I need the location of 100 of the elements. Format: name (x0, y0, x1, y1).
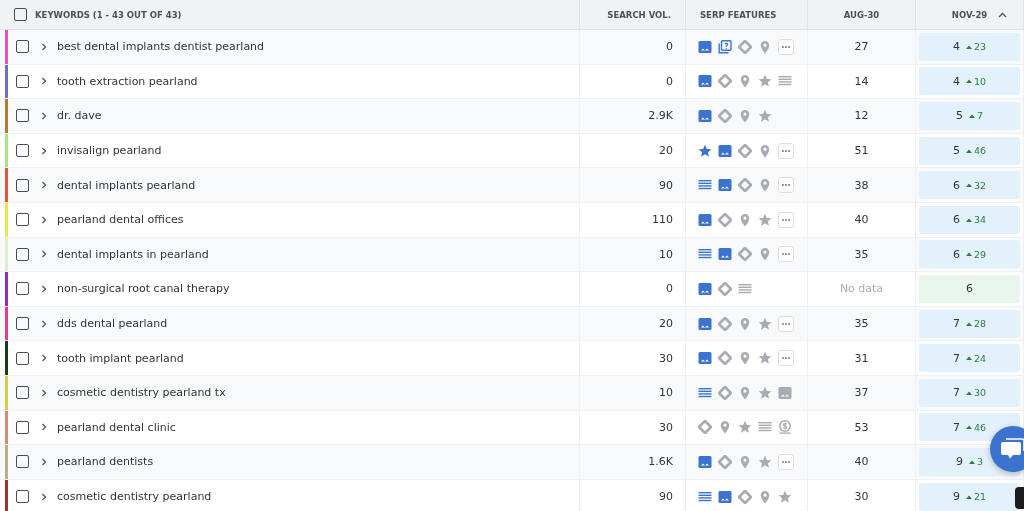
row-checkbox[interactable] (16, 74, 29, 88)
row-checkbox[interactable] (16, 386, 29, 400)
search-volume: 10 (659, 247, 673, 261)
search-volume: 20 (659, 317, 673, 331)
keyword-text: cosmetic dentistry pearland tx (57, 386, 226, 400)
chevron-right-icon[interactable] (41, 457, 47, 466)
up-triangle-icon (965, 183, 972, 188)
chevron-right-icon[interactable] (41, 215, 47, 224)
more-icon (778, 315, 794, 332)
rank-value: 12 (854, 109, 869, 123)
chevron-right-icon[interactable] (41, 354, 47, 363)
search-volume: 10 (659, 386, 673, 400)
rank-value: 4 (952, 74, 960, 88)
star-icon (758, 109, 772, 123)
keyword-text: tooth implant pearland (57, 351, 184, 365)
row-checkbox[interactable] (16, 40, 29, 54)
list-icon (738, 281, 752, 296)
chevron-right-icon[interactable] (41, 42, 47, 51)
rank-change: 10 (973, 75, 987, 87)
rank-value: 5 (955, 109, 963, 123)
rank-value: 9 (952, 490, 960, 503)
pin-icon (738, 385, 752, 400)
search-volume: 90 (659, 178, 673, 192)
rank-value: 35 (854, 317, 869, 331)
chevron-right-icon[interactable] (41, 250, 47, 259)
column-header[interactable]: NOV-29 (951, 9, 988, 20)
rank-value: 9 (955, 455, 963, 469)
chevron-right-icon[interactable] (41, 492, 47, 501)
row-checkbox[interactable] (16, 178, 29, 192)
rank-change: 30 (973, 387, 987, 399)
up-triangle-icon (965, 44, 972, 49)
chevron-right-icon[interactable] (41, 77, 47, 86)
chevron-right-icon[interactable] (41, 319, 47, 328)
image-icon (698, 281, 712, 296)
search-volume: 2.9K (648, 109, 673, 123)
rank-value: 7 (952, 420, 960, 434)
up-triangle-icon (965, 217, 972, 222)
keyword-text: pearland dentists (57, 455, 154, 469)
rank-value: 40 (854, 213, 869, 227)
up-triangle-icon (965, 356, 972, 361)
column-header[interactable]: AUG-30 (843, 9, 880, 20)
column-header[interactable]: SEARCH VOL. (607, 9, 671, 20)
image-icon (698, 39, 712, 54)
chevron-right-icon[interactable] (41, 181, 47, 190)
row-checkbox[interactable] (16, 282, 29, 296)
row-checkbox[interactable] (16, 144, 29, 158)
select-all-checkbox[interactable] (14, 8, 27, 21)
image-icon (718, 178, 732, 193)
chevron-right-icon[interactable] (41, 388, 47, 397)
keyword-text: cosmetic dentistry pearland (57, 490, 212, 503)
rank-value: 38 (854, 178, 869, 192)
row-checkbox[interactable] (16, 247, 29, 261)
row-checkbox[interactable] (16, 455, 29, 469)
chevron-right-icon[interactable] (41, 146, 47, 155)
row-checkbox[interactable] (16, 490, 29, 503)
more-icon (778, 350, 794, 367)
rank-change: 24 (973, 352, 987, 364)
list-icon (698, 385, 712, 400)
star-icon (758, 212, 772, 227)
more-icon (778, 177, 794, 194)
more-icon (778, 142, 794, 159)
image-icon (698, 212, 712, 227)
search-volume: 30 (659, 351, 673, 365)
rank-change: 28 (973, 318, 987, 330)
star-icon (698, 143, 712, 158)
column-header: SERP FEATURES (700, 9, 777, 20)
search-volume: 20 (659, 144, 673, 158)
row-checkbox[interactable] (16, 109, 29, 123)
chevron-right-icon[interactable] (41, 423, 47, 432)
rank-value: 6 (952, 213, 960, 227)
keyword-text: pearland dental offices (57, 213, 184, 227)
question-icon (718, 39, 732, 54)
chevron-right-icon[interactable] (41, 284, 47, 293)
rank-value: 53 (854, 420, 869, 434)
row-checkbox[interactable] (16, 317, 29, 331)
rank-value: 7 (952, 351, 960, 365)
chevron-right-icon[interactable] (41, 112, 47, 120)
pin-icon (718, 420, 732, 435)
rank-value: 7 (952, 317, 960, 331)
search-volume: 0 (666, 40, 673, 54)
row-checkbox[interactable] (16, 213, 29, 227)
sort-caret-icon[interactable] (998, 11, 1007, 18)
keyword-text: best dental implants dentist pearland (57, 40, 265, 54)
keyword-text: pearland dental clinic (57, 420, 176, 434)
diamond-icon (698, 420, 712, 435)
diamond-icon (718, 281, 732, 296)
pin-icon (738, 316, 752, 331)
keyword-text: dental implants in pearland (57, 247, 209, 261)
star-icon (738, 420, 752, 435)
rank-change: 32 (973, 179, 987, 191)
diamond-icon (738, 247, 752, 262)
row-checkbox[interactable] (16, 420, 29, 434)
diamond-icon (718, 109, 732, 123)
star-icon (758, 385, 772, 400)
keyword-text: non-surgical root canal therapy (57, 282, 230, 296)
row-checkbox[interactable] (16, 351, 29, 365)
rank-value: No data (839, 282, 884, 296)
image-icon (778, 385, 792, 400)
up-triangle-icon (965, 494, 972, 499)
keyword-text: tooth extraction pearland (57, 74, 198, 88)
